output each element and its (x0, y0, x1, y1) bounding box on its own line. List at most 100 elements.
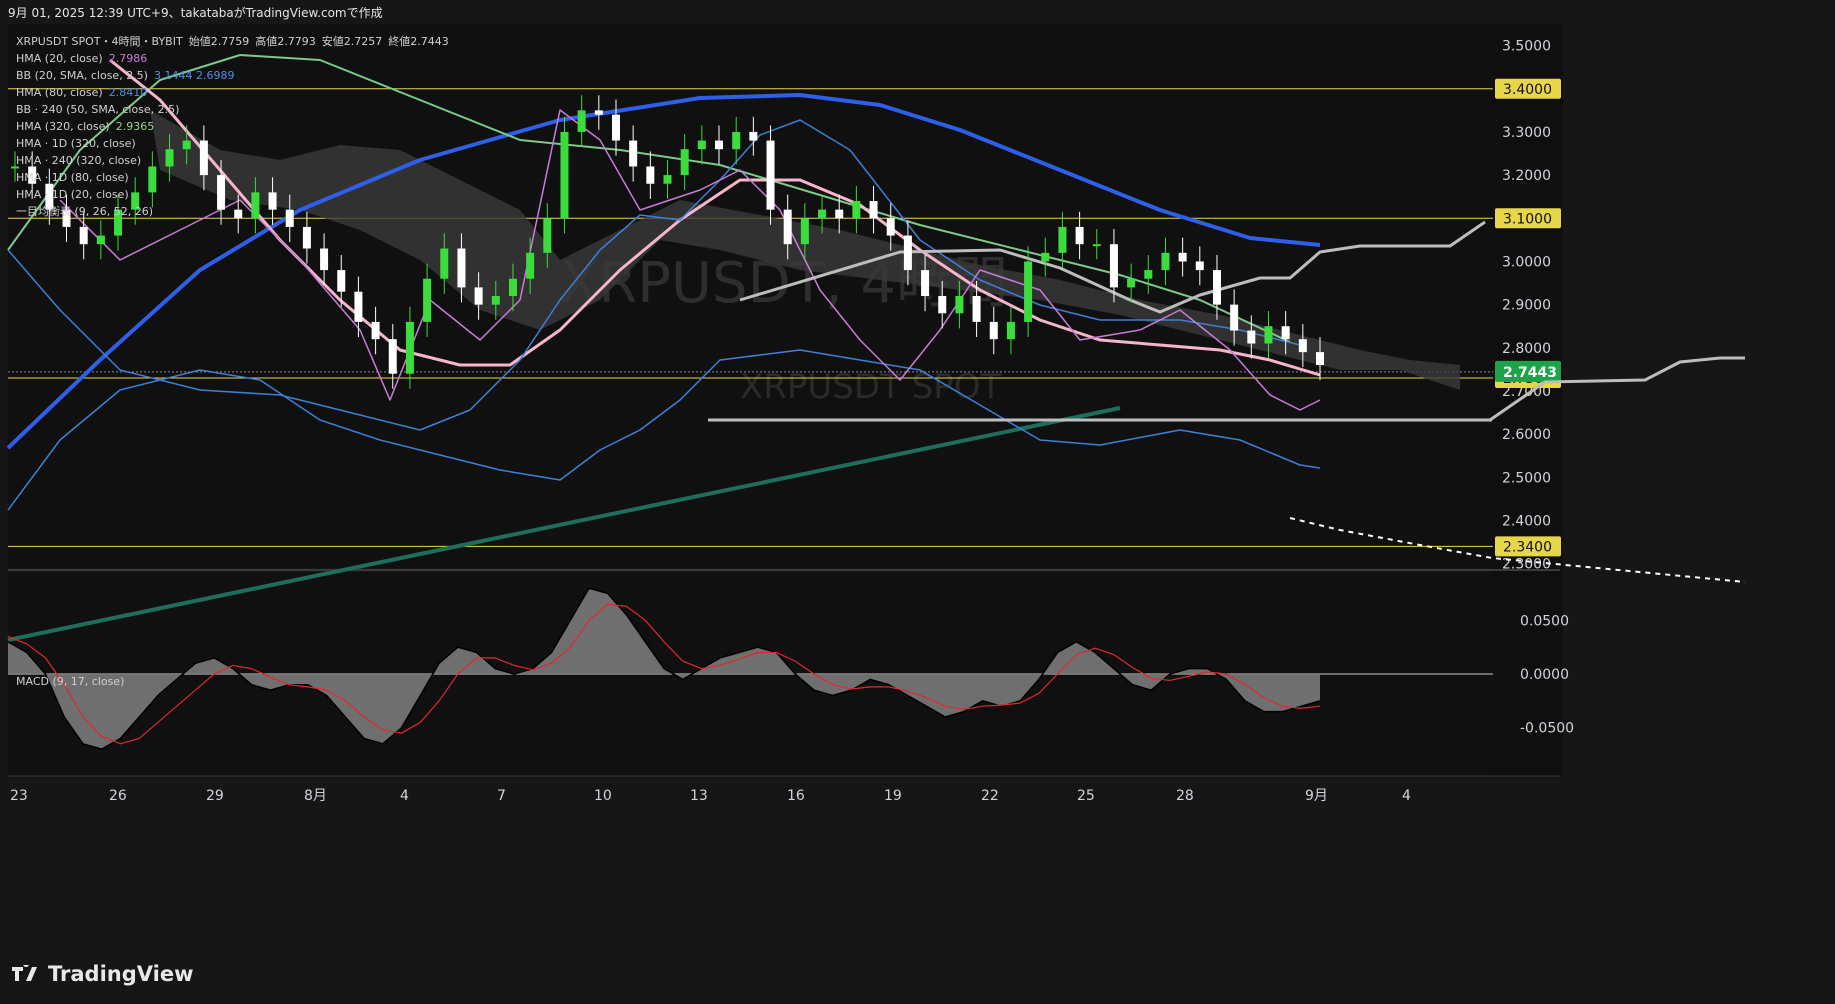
candle-body (337, 270, 346, 292)
candle-body (1178, 252, 1187, 262)
candle-body (1298, 339, 1307, 353)
x-tick-label: 19 (884, 788, 902, 804)
x-tick-label: 8月 (304, 788, 327, 804)
candle-body (440, 248, 449, 279)
indicator-row[interactable]: HMA · 1D (20, close) (16, 186, 449, 203)
candle-body (526, 252, 535, 279)
candle-body (371, 321, 380, 340)
candle-body (1212, 270, 1221, 305)
candle-body (989, 321, 998, 340)
indicator-label: BB (20, SMA, close, 2.5) (16, 69, 148, 82)
y-tick-label: 3.2000 (1502, 168, 1551, 184)
symbol-name: XRPUSDT SPOT・4時間・BYBIT (16, 35, 183, 48)
macd-label[interactable]: MACD (9, 17, close) (16, 675, 124, 688)
candle-body (1024, 261, 1033, 322)
y-tick-label: 2.8000 (1502, 341, 1551, 357)
tradingview-logo-icon (12, 965, 37, 981)
candle-body (1316, 352, 1324, 366)
indicator-row[interactable]: HMA (320, close) 2.9365 (16, 118, 449, 135)
candle-body (96, 235, 105, 245)
x-tick-label: 25 (1077, 788, 1095, 804)
candle-body (1127, 278, 1136, 288)
x-tick-label: 7 (497, 788, 506, 804)
candle-body (457, 248, 466, 288)
candle-body (697, 140, 706, 150)
candle-body (818, 209, 827, 219)
candle-body (732, 131, 741, 150)
candle-body (1144, 270, 1153, 279)
indicator-row[interactable]: HMA · 1D (320, close) (16, 135, 449, 152)
candle-body (79, 226, 88, 245)
x-tick-label: 9月 (1305, 788, 1328, 804)
candle-body (508, 278, 517, 296)
y-tick-label: 2.4000 (1502, 514, 1551, 530)
macd-tick-label: -0.0500 (1520, 721, 1574, 737)
high-label: 高値 (255, 35, 278, 48)
candle-body (680, 149, 689, 176)
candle-body (646, 166, 655, 184)
indicator-value: 2.8410 (108, 86, 148, 99)
candle-body (629, 140, 638, 167)
candle-body (1230, 304, 1239, 331)
candle-body (354, 291, 363, 322)
indicator-row[interactable]: HMA (80, close) 2.8410 (16, 84, 449, 101)
candle-body (1281, 326, 1290, 340)
candle-body (491, 296, 500, 305)
candle-body (474, 287, 483, 305)
indicator-label: HMA · 1D (20, close) (16, 188, 129, 201)
indicator-label: HMA (80, close) (16, 86, 103, 99)
candle-body (1092, 244, 1101, 247)
indicator-label: HMA · 240 (320, close) (16, 154, 142, 167)
low-label: 安値 (321, 35, 344, 48)
candle-body (388, 339, 397, 374)
indicator-label: BB · 240 (50, SMA, close, 2.5) (16, 103, 180, 116)
x-tick-label: 23 (10, 788, 28, 804)
open-label: 始値 (188, 35, 211, 48)
close-label: 終値 (388, 35, 411, 48)
candle-body (955, 296, 964, 314)
x-tick-label: 4 (1402, 788, 1411, 804)
candle-body (405, 321, 414, 374)
candle-body (594, 110, 603, 115)
y-tick-label: 2.6000 (1502, 427, 1551, 443)
watermark-small: XRPUSDT SPOT (740, 367, 1001, 407)
indicator-label: HMA (320, close) (16, 120, 110, 133)
candle-body (869, 201, 878, 219)
level-badge-label: 2.3400 (1503, 539, 1552, 555)
indicator-row[interactable]: 一目均衡表 (9, 26, 52, 26) (16, 203, 449, 220)
x-tick-label: 29 (206, 788, 224, 804)
indicator-row[interactable]: HMA · 240 (320, close) (16, 152, 449, 169)
candle-body (320, 248, 329, 271)
indicator-row[interactable]: HMA · 1D (80, close) (16, 169, 449, 186)
candle-body (560, 131, 569, 219)
indicator-label: HMA · 1D (80, close) (16, 171, 129, 184)
y-tick-label: 3.3000 (1502, 125, 1551, 141)
indicator-row[interactable]: BB · 240 (50, SMA, close, 2.5) (16, 101, 449, 118)
candle-body (783, 209, 792, 245)
indicator-value: 2.7986 (108, 52, 148, 65)
candle-body (302, 226, 311, 249)
candle-body (1006, 321, 1015, 340)
candle-body (921, 270, 930, 296)
indicator-row[interactable]: HMA (20, close) 2.7986 (16, 50, 449, 67)
tradingview-logo[interactable]: TradingView (12, 962, 193, 986)
indicator-row[interactable]: BB (20, SMA, close, 2.5) 3.1444 2.6989 (16, 67, 449, 84)
candle-body (663, 175, 672, 184)
x-tick-label: 22 (981, 788, 999, 804)
indicator-legend: XRPUSDT SPOT・4時間・BYBIT 始値 2.7759 高値 2.7793… (16, 33, 449, 220)
indicator-label: HMA (20, close) (16, 52, 103, 65)
chart-caption: 9月 01, 2025 12:39 UTC+9、takatabaがTrading… (8, 6, 383, 20)
x-tick-label: 26 (109, 788, 127, 804)
symbol-line[interactable]: XRPUSDT SPOT・4時間・BYBIT 始値 2.7759 高値 2.7793… (16, 33, 449, 50)
x-tick-label: 10 (594, 788, 612, 804)
level-badge-label: 3.1000 (1503, 211, 1552, 227)
candle-body (886, 218, 895, 236)
open-value: 2.7759 (210, 35, 250, 48)
macd-tick-label: 0.0500 (1520, 613, 1569, 629)
y-tick-label: 2.5000 (1502, 470, 1551, 486)
high-value: 2.7793 (277, 35, 316, 48)
candle-body (1075, 226, 1084, 245)
candle-body (800, 218, 809, 245)
candle-body (423, 278, 432, 322)
candle-body (903, 235, 912, 271)
